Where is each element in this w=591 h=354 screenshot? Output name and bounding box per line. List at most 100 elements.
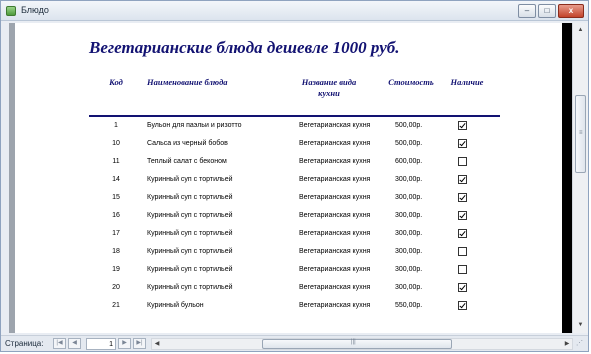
- cell-name: Куринный бульон: [147, 302, 204, 309]
- cell-code: 11: [112, 158, 120, 165]
- table-row: 1 Бульон для паэльи и ризотто Вегетарианск…: [89, 118, 509, 136]
- header-code: Код: [109, 77, 123, 87]
- scroll-up-icon[interactable]: ▲: [575, 25, 586, 35]
- availability-checkbox: [458, 157, 467, 166]
- header-divider: [89, 115, 500, 117]
- cell-kind: Вегетарианская кухня: [299, 176, 371, 183]
- cell-cost: 300,00р.: [395, 176, 423, 183]
- cell-name: Куринный суп с тортильей: [147, 194, 233, 201]
- cell-cost: 300,00р.: [395, 230, 423, 237]
- cell-kind: Вегетарианская кухня: [299, 212, 371, 219]
- report-canvas: Вегетарианские блюда дешевле 1000 руб. К…: [9, 23, 572, 333]
- window-title: Блюдо: [21, 5, 49, 15]
- table-icon: [6, 6, 16, 16]
- scroll-right-icon[interactable]: ▶: [562, 339, 572, 349]
- cell-name: Куринный суп с тортильей: [147, 248, 233, 255]
- grip-icon: |||: [351, 339, 356, 345]
- availability-checkbox: [458, 139, 467, 148]
- availability-checkbox: [458, 121, 467, 130]
- header-name: Наименование блюда: [147, 77, 228, 87]
- cell-code: 21: [112, 302, 120, 309]
- table-row: 20 Куринный суп с тортильей Вегетарианская…: [89, 280, 509, 298]
- next-page-button[interactable]: ▶: [118, 338, 131, 349]
- cell-cost: 300,00р.: [395, 212, 423, 219]
- table-row: 16 Куринный суп с тортильей Вегетарианская…: [89, 208, 509, 226]
- right-margin-strip: [562, 23, 572, 333]
- table-row: 21 Куринный бульон Вегетарианская кухня 550…: [89, 298, 509, 316]
- vertical-scrollbar[interactable]: ▲ ≡ ▼: [572, 23, 588, 333]
- header-available: Наличие: [450, 77, 484, 87]
- cell-kind: Вегетарианская кухня: [299, 158, 371, 165]
- cell-cost: 300,00р.: [395, 194, 423, 201]
- cell-code: 19: [112, 266, 120, 273]
- left-margin-strip: [9, 23, 15, 333]
- header-cost: Стоимость: [388, 77, 434, 87]
- maximize-button[interactable]: □: [538, 4, 556, 18]
- page-label: Страница:: [5, 339, 44, 348]
- report-window: Блюдо – □ x Вегетарианские блюда дешевле…: [0, 0, 589, 352]
- cell-cost: 500,00р.: [395, 140, 423, 147]
- cell-name: Куринный суп с тортильей: [147, 284, 233, 291]
- cell-code: 1: [114, 122, 118, 129]
- horizontal-scrollbar[interactable]: ◀ ||| ▶: [151, 338, 573, 350]
- availability-checkbox: [458, 229, 467, 238]
- availability-checkbox: [458, 175, 467, 184]
- vertical-scroll-thumb[interactable]: ≡: [575, 95, 586, 173]
- scroll-left-icon[interactable]: ◀: [152, 339, 162, 349]
- minimize-button[interactable]: –: [518, 4, 536, 18]
- cell-kind: Вегетарианская кухня: [299, 122, 371, 129]
- cell-kind: Вегетарианская кухня: [299, 194, 371, 201]
- availability-checkbox: [458, 265, 467, 274]
- table-row: 18 Куринный суп с тортильей Вегетарианская…: [89, 244, 509, 262]
- cell-code: 15: [112, 194, 120, 201]
- previous-page-button[interactable]: ◀: [68, 338, 81, 349]
- cell-name: Сальса из черный бобов: [147, 140, 228, 147]
- cell-code: 10: [112, 140, 120, 147]
- cell-code: 14: [112, 176, 120, 183]
- cell-cost: 500,00р.: [395, 122, 423, 129]
- availability-checkbox: [458, 301, 467, 310]
- table-row: 10 Сальса из черный бобов Вегетарианская к…: [89, 136, 509, 154]
- report-rows: 1 Бульон для паэльи и ризотто Вегетарианск…: [89, 118, 509, 316]
- cell-code: 16: [112, 212, 120, 219]
- cell-name: Бульон для паэльи и ризотто: [147, 122, 242, 129]
- report-title: Вегетарианские блюда дешевле 1000 руб.: [89, 38, 400, 57]
- cell-code: 17: [112, 230, 120, 237]
- cell-code: 18: [112, 248, 120, 255]
- resize-grip-icon[interactable]: ⋰: [576, 339, 583, 347]
- cell-kind: Вегетарианская кухня: [299, 230, 371, 237]
- cell-cost: 300,00р.: [395, 284, 423, 291]
- page-number-input[interactable]: [86, 338, 116, 350]
- cell-kind: Вегетарианская кухня: [299, 302, 371, 309]
- availability-checkbox: [458, 211, 467, 220]
- cell-cost: 300,00р.: [395, 266, 423, 273]
- close-button[interactable]: x: [558, 4, 584, 18]
- cell-name: Куринный суп с тортильей: [147, 176, 233, 183]
- cell-kind: Вегетарианская кухня: [299, 140, 371, 147]
- first-page-button[interactable]: |◀: [53, 338, 66, 349]
- cell-kind: Вегетарианская кухня: [299, 266, 371, 273]
- cell-name: Куринный суп с тортильей: [147, 266, 233, 273]
- cell-name: Теплый салат с беконом: [147, 158, 227, 165]
- horizontal-scroll-thumb[interactable]: |||: [262, 339, 452, 349]
- table-row: 19 Куринный суп с тортильей Вегетарианская…: [89, 262, 509, 280]
- table-row: 11 Теплый салат с беконом Вегетарианская к…: [89, 154, 509, 172]
- cell-cost: 300,00р.: [395, 248, 423, 255]
- grip-icon: ≡: [579, 130, 583, 136]
- navigation-bar: Страница: |◀ ◀ ▶ ▶| ◀ ||| ▶ ⋰: [1, 335, 588, 351]
- cell-cost: 600,00р.: [395, 158, 423, 165]
- title-bar[interactable]: Блюдо – □ x: [1, 1, 588, 21]
- cell-code: 20: [112, 284, 120, 291]
- cell-cost: 550,00р.: [395, 302, 423, 309]
- table-row: 17 Куринный суп с тортильей Вегетарианская…: [89, 226, 509, 244]
- last-page-button[interactable]: ▶|: [133, 338, 146, 349]
- scroll-down-icon[interactable]: ▼: [575, 320, 586, 330]
- cell-kind: Вегетарианская кухня: [299, 248, 371, 255]
- availability-checkbox: [458, 247, 467, 256]
- table-row: 15 Куринный суп с тортильей Вегетарианская…: [89, 190, 509, 208]
- cell-name: Куринный суп с тортильей: [147, 230, 233, 237]
- availability-checkbox: [458, 283, 467, 292]
- cell-name: Куринный суп с тортильей: [147, 212, 233, 219]
- cell-kind: Вегетарианская кухня: [299, 284, 371, 291]
- header-kind: Название вида кухни: [301, 77, 357, 98]
